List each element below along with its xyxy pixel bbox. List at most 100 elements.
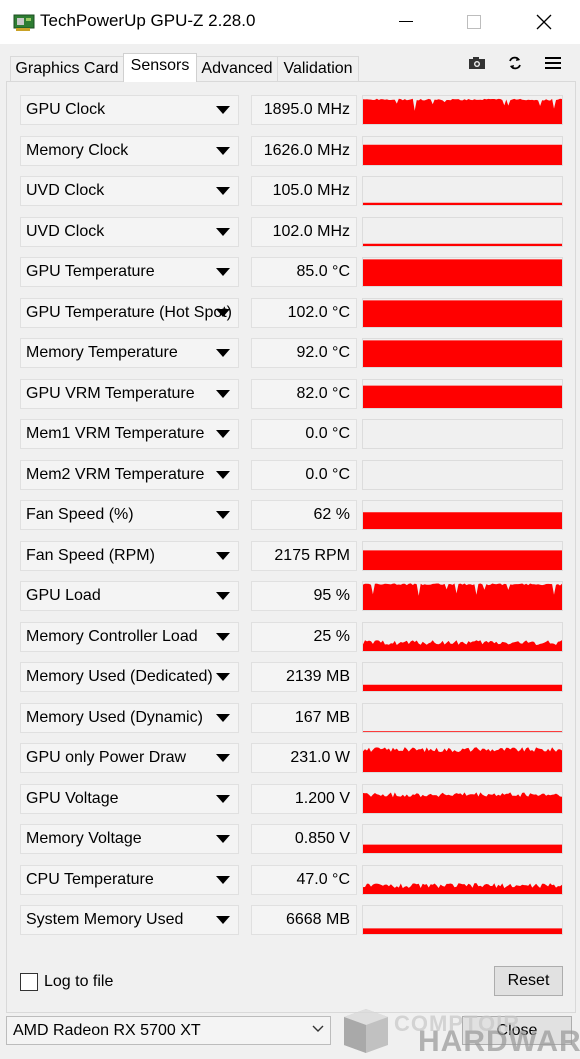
dropdown-arrow-icon: [216, 673, 230, 681]
sensor-select[interactable]: GPU Voltage: [20, 783, 239, 814]
sensor-select[interactable]: GPU only Power Draw: [20, 743, 239, 773]
sensor-select[interactable]: Fan Speed (RPM): [20, 540, 239, 571]
sensor-name: System Memory Used: [26, 911, 184, 928]
dropdown-arrow-icon: [216, 308, 230, 317]
sensor-name: UVD Clock: [26, 182, 105, 199]
dropdown-arrow-icon: [216, 713, 230, 722]
minimize-icon: [399, 21, 413, 22]
sensor-select[interactable]: Memory Voltage: [20, 824, 239, 854]
graph-fill: [363, 340, 562, 367]
dropdown-arrow-icon: [216, 511, 230, 519]
graph-fill: [363, 791, 562, 813]
graph-fill: [363, 730, 562, 732]
sensor-name: Mem2 VRM Temperature: [26, 465, 205, 483]
sensor-graph: [362, 500, 563, 530]
sensor-value: 1895.0 MHz: [251, 95, 357, 125]
sensor-graph: [362, 95, 563, 125]
sensor-value: 6668 MB: [251, 905, 357, 935]
close-window-button[interactable]: [510, 0, 578, 44]
camera-icon[interactable]: [466, 54, 488, 72]
sensor-select[interactable]: CPU Temperature: [20, 864, 239, 895]
minimize-button[interactable]: [372, 0, 440, 44]
gpu-selector-value: AMD Radeon RX 5700 XT: [13, 1022, 201, 1039]
sensor-select[interactable]: GPU Temperature: [20, 257, 239, 287]
log-to-file-checkbox[interactable]: [20, 973, 38, 991]
sensor-value: 82.0 °C: [251, 378, 357, 409]
maximize-icon: [467, 15, 481, 29]
graph-fill: [363, 259, 562, 286]
sensor-graph: [362, 864, 563, 895]
dropdown-arrow-icon: [216, 794, 230, 803]
dropdown-arrow-icon: [216, 875, 230, 884]
sensor-value: 85.0 °C: [251, 257, 357, 287]
sensor-select[interactable]: GPU Load: [20, 581, 239, 611]
sensor-name: Memory Used (Dynamic): [26, 708, 203, 726]
sensor-name: GPU Temperature (Hot Spot): [26, 303, 233, 321]
sensor-graph: [362, 540, 563, 571]
dropdown-arrow-icon: [216, 551, 230, 560]
sensor-select[interactable]: GPU Temperature (Hot Spot): [20, 297, 239, 328]
sensor-value: 2175 RPM: [251, 540, 357, 571]
sensor-select[interactable]: Mem1 VRM Temperature: [20, 419, 239, 449]
sensor-select[interactable]: System Memory Used: [20, 905, 239, 935]
graph-fill: [363, 512, 562, 529]
dropdown-arrow-icon: [216, 916, 230, 924]
tab-validation[interactable]: Validation: [277, 56, 359, 81]
sensor-value: 1.200 V: [251, 783, 357, 814]
graph-fill: [363, 144, 562, 165]
sensor-select[interactable]: Fan Speed (%): [20, 500, 239, 530]
dropdown-arrow-icon: [216, 227, 230, 236]
sensor-name: Fan Speed (%): [26, 506, 134, 523]
dropdown-arrow-icon: [216, 349, 230, 357]
sensor-name: GPU Load: [26, 587, 101, 604]
sensor-graph: [362, 135, 563, 166]
sensor-value: 25 %: [251, 621, 357, 652]
close-button[interactable]: Close: [462, 1016, 572, 1045]
dropdown-arrow-icon: [216, 632, 230, 641]
graph-fill: [363, 549, 562, 570]
tab-strip: Graphics Card Sensors Advanced Validatio…: [0, 44, 580, 84]
chevron-down-icon: [312, 1025, 324, 1032]
graph-fill: [363, 299, 562, 327]
sensor-select[interactable]: Memory Controller Load: [20, 621, 239, 652]
sensor-name: CPU Temperature: [26, 870, 154, 888]
sensor-select[interactable]: UVD Clock: [20, 216, 239, 247]
sensor-graph: [362, 176, 563, 206]
dropdown-arrow-icon: [216, 592, 230, 600]
sensor-select[interactable]: Memory Used (Dynamic): [20, 702, 239, 733]
tab-sensors[interactable]: Sensors: [123, 53, 197, 82]
sensor-graph: [362, 257, 563, 287]
sensor-select[interactable]: Mem2 VRM Temperature: [20, 459, 239, 490]
menu-icon[interactable]: [542, 54, 564, 72]
log-to-file-label: Log to file: [44, 973, 114, 990]
sensor-select[interactable]: GPU VRM Temperature: [20, 378, 239, 409]
sensor-value: 1626.0 MHz: [251, 135, 357, 166]
graph-fill: [363, 385, 562, 408]
tab-graphics-card[interactable]: Graphics Card: [10, 56, 124, 81]
sensor-name: Memory Temperature: [26, 344, 178, 361]
sensor-value: 47.0 °C: [251, 864, 357, 895]
sensor-value: 102.0 °C: [251, 297, 357, 328]
graph-fill: [363, 202, 562, 205]
title-bar: TechPowerUp GPU-Z 2.28.0: [0, 0, 580, 44]
tab-advanced[interactable]: Advanced: [196, 56, 278, 81]
dropdown-arrow-icon: [216, 187, 230, 195]
sensor-graph: [362, 783, 563, 814]
dropdown-arrow-icon: [216, 430, 230, 438]
sensor-value: 105.0 MHz: [251, 176, 357, 206]
sensor-select[interactable]: Memory Used (Dedicated): [20, 662, 239, 692]
graph-fill: [363, 583, 562, 610]
graph-fill: [363, 747, 562, 772]
refresh-icon[interactable]: [504, 54, 526, 72]
sensor-select[interactable]: Memory Clock: [20, 135, 239, 166]
reset-button[interactable]: Reset: [494, 966, 563, 996]
dropdown-arrow-icon: [216, 470, 230, 479]
gpu-selector[interactable]: AMD Radeon RX 5700 XT: [6, 1016, 331, 1045]
sensor-select[interactable]: UVD Clock: [20, 176, 239, 206]
maximize-button[interactable]: [440, 0, 508, 44]
sensor-value: 95 %: [251, 581, 357, 611]
sensor-value: 167 MB: [251, 702, 357, 733]
sensor-select[interactable]: Memory Temperature: [20, 338, 239, 368]
sensor-value: 231.0 W: [251, 743, 357, 773]
sensor-select[interactable]: GPU Clock: [20, 95, 239, 125]
